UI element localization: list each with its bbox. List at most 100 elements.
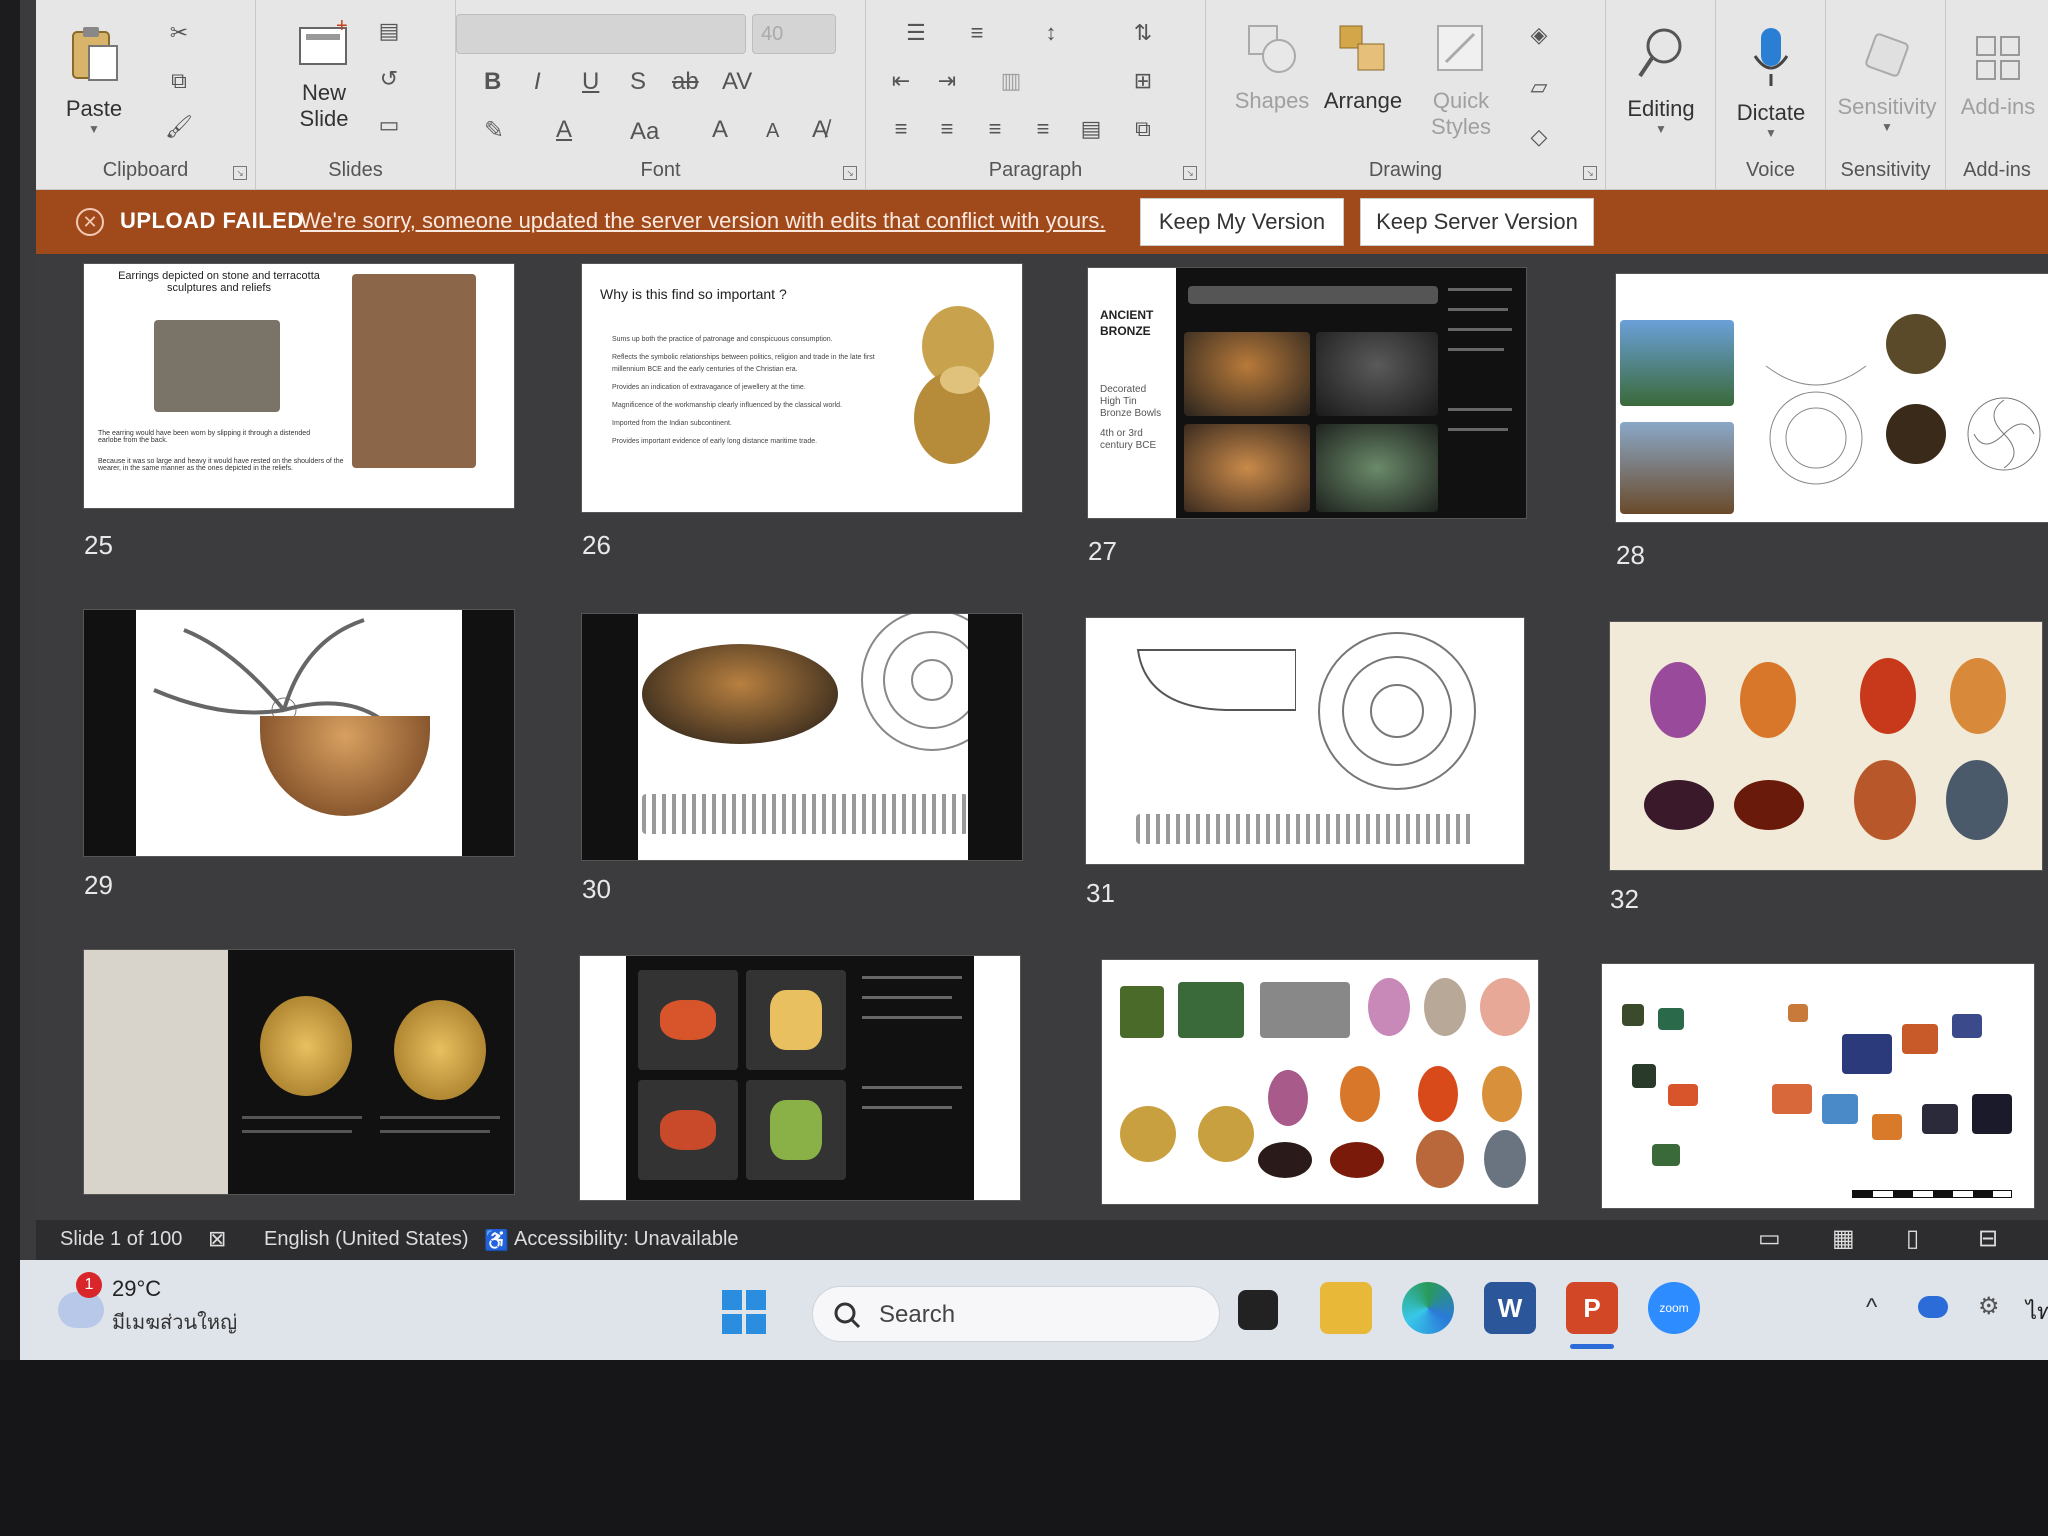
active-app-indicator [1570, 1344, 1614, 1349]
normal-view-icon[interactable]: ▭ [1758, 1224, 1781, 1253]
file-explorer-icon[interactable] [1320, 1282, 1372, 1334]
bowl-image [642, 644, 838, 744]
reset-icon[interactable]: ↺ [374, 66, 404, 92]
paragraph-launcher-icon[interactable]: ↘ [1183, 166, 1197, 180]
editing-button[interactable]: Editing ▼ [1616, 24, 1706, 136]
slide-thumbnail-36[interactable] [1602, 964, 2034, 1208]
cut-icon[interactable]: ✂ [164, 20, 194, 46]
weather-status[interactable]: มีเมฆส่วนใหญ่ [112, 1306, 237, 1338]
fragment-image [1902, 1024, 1938, 1054]
windows-start-icon[interactable] [720, 1288, 768, 1336]
powerpoint-icon[interactable]: P [1566, 1282, 1618, 1334]
frieze-drawing [1136, 814, 1476, 844]
slide-bullets: Sums up both the practice of patronage a… [612, 334, 898, 448]
slide-thumbnail-30[interactable] [582, 614, 1022, 860]
zoom-icon[interactable]: zoom [1648, 1282, 1700, 1334]
slide-thumbnail-35[interactable] [1102, 960, 1538, 1204]
line-spacing-icon[interactable]: ↕ [1036, 20, 1066, 46]
align-center-icon[interactable]: ≡ [932, 116, 962, 142]
taskbar-search[interactable]: Search [812, 1286, 1220, 1342]
search-icon [1638, 28, 1682, 78]
justify-icon[interactable]: ≡ [1028, 116, 1058, 142]
conflict-message-link[interactable]: We're sorry, someone updated the server … [300, 208, 1106, 234]
decrease-indent-icon[interactable]: ⇤ [886, 68, 916, 94]
columns-icon[interactable]: ▥ [996, 68, 1026, 94]
keep-my-version-button[interactable]: Keep My Version [1140, 198, 1344, 246]
task-view-icon[interactable] [1238, 1290, 1278, 1330]
fragment-image [1952, 1014, 1982, 1038]
gem-image [1854, 760, 1916, 840]
dictate-button[interactable]: Dictate ▼ [1726, 26, 1816, 140]
numbering-icon[interactable]: ≡ [962, 20, 992, 46]
addins-button[interactable]: Add-ins [1950, 34, 2046, 120]
reading-view-icon[interactable]: ▯ [1906, 1224, 1919, 1253]
slide-thumbnail-33[interactable] [84, 950, 514, 1194]
distributed-icon[interactable]: ▤ [1076, 116, 1106, 142]
slide-thumbnail-27[interactable]: ANCIENT BRONZE Decorated High Tin Bronze… [1088, 268, 1526, 518]
slide-thumbnail-31[interactable] [1086, 618, 1524, 864]
font-launcher-icon[interactable]: ↘ [843, 166, 857, 180]
slide-thumbnail-25[interactable]: Earrings depicted on stone and terracott… [84, 264, 514, 508]
slide-thumbnail-29[interactable] [84, 610, 514, 856]
quick-styles-icon [1437, 25, 1483, 71]
settings-icon[interactable]: ⚙ [1978, 1292, 2000, 1321]
align-left-icon[interactable]: ≡ [886, 116, 916, 142]
text-line [862, 976, 962, 979]
weather-icon[interactable] [58, 1292, 104, 1328]
slide-thumbnail-26[interactable]: Why is this find so important ? Sums up … [582, 264, 1022, 512]
text-line [862, 1016, 962, 1019]
editing-label: Editing [1627, 96, 1695, 121]
increase-indent-icon[interactable]: ⇥ [932, 68, 962, 94]
sensitivity-label: Sensitivity [1840, 159, 1931, 181]
gold-coin-image [1198, 1106, 1254, 1162]
copy-icon[interactable]: ⧉ [164, 68, 194, 94]
edge-icon[interactable] [1402, 1282, 1454, 1334]
gem-image [1340, 1066, 1380, 1122]
slide-sorter-icon[interactable]: ▦ [1832, 1224, 1855, 1253]
align-right-icon[interactable]: ≡ [980, 116, 1010, 142]
gem-image [1268, 1070, 1308, 1126]
shape-effects-icon[interactable]: ◇ [1524, 124, 1554, 150]
clipboard-label: Clipboard [102, 159, 189, 181]
temperature[interactable]: 29°C [112, 1276, 161, 1302]
format-painter-icon[interactable]: 🖌 [164, 114, 194, 140]
arrange-icon [1339, 25, 1385, 71]
accessibility-status[interactable]: Accessibility: Unavailable [514, 1228, 739, 1251]
bowl-image [1316, 424, 1438, 512]
chevron-up-icon[interactable]: ^ [1866, 1294, 1877, 1322]
drawing-launcher-icon[interactable]: ↘ [1583, 166, 1597, 180]
language-indicator[interactable]: English (United States) [264, 1228, 469, 1251]
onedrive-icon[interactable] [1918, 1296, 1948, 1318]
quick-styles-button[interactable]: Quick Styles [1416, 22, 1506, 140]
slide-thumbnail-28[interactable] [1616, 274, 2048, 522]
clipboard-launcher-icon[interactable]: ↘ [233, 166, 247, 180]
sensitivity-button[interactable]: Sensitivity ▼ [1832, 30, 1942, 134]
shape-outline-icon[interactable]: ▱ [1524, 74, 1554, 100]
align-text-icon[interactable]: ⊞ [1128, 68, 1158, 94]
new-slide-icon: + [299, 15, 348, 65]
word-icon[interactable]: W [1484, 1282, 1536, 1334]
section-icon[interactable]: ▭ [374, 112, 404, 138]
gem-image [1482, 1066, 1522, 1122]
slideshow-icon[interactable]: ⊟ [1978, 1224, 1998, 1253]
new-slide-button[interactable]: + New Slide [284, 15, 364, 132]
smartart-icon[interactable]: ⧉ [1128, 116, 1158, 142]
chevron-down-icon: ▼ [1765, 126, 1777, 140]
text-direction-icon[interactable]: ⇅ [1128, 20, 1158, 46]
text-line [1448, 428, 1508, 431]
input-language[interactable]: ไท [2026, 1294, 2048, 1329]
glass-bead-image [638, 970, 738, 1070]
slide-count[interactable]: Slide 1 of 100 [60, 1228, 182, 1251]
slide-number: 26 [582, 530, 611, 560]
slide-thumbnail-34[interactable] [580, 956, 1020, 1200]
paste-button[interactable]: Paste ▼ [54, 24, 134, 136]
layout-icon[interactable]: ▤ [374, 18, 404, 44]
arrange-button[interactable]: Arrange [1318, 22, 1408, 114]
keep-server-version-button[interactable]: Keep Server Version [1360, 198, 1594, 246]
bullets-icon[interactable]: ☰ [886, 20, 946, 46]
shape-fill-icon[interactable]: ◈ [1524, 22, 1554, 48]
shapes-button[interactable]: Shapes [1232, 22, 1312, 114]
caption-line: 4th or 3rd [1100, 428, 1143, 439]
slide-thumbnail-32[interactable] [1610, 622, 2042, 870]
spellcheck-icon[interactable]: ⊠ [208, 1226, 226, 1252]
